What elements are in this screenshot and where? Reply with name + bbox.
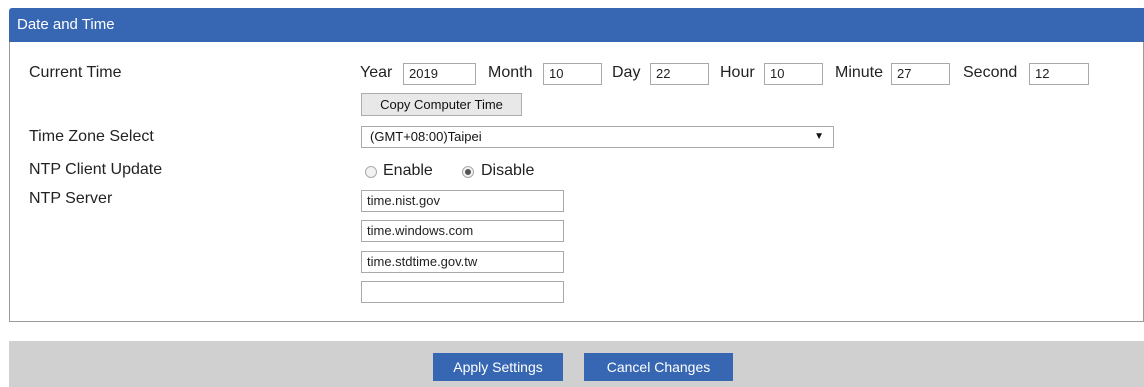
copy-computer-time-button[interactable]: Copy Computer Time <box>361 93 522 116</box>
ntp-server-input-3[interactable]: time.stdtime.gov.tw <box>361 251 564 273</box>
minute-input[interactable]: 27 <box>891 63 950 85</box>
day-input[interactable]: 22 <box>650 63 709 85</box>
hour-label: Hour <box>720 64 755 81</box>
ntp-server-input-4[interactable] <box>361 281 564 303</box>
section-header: Date and Time <box>9 8 1144 42</box>
section-title: Date and Time <box>17 16 115 33</box>
disable-radio[interactable] <box>462 166 474 178</box>
enable-radio[interactable] <box>365 166 377 178</box>
timezone-select[interactable]: (GMT+08:00)Taipei ▼ <box>361 126 834 148</box>
apply-settings-button[interactable]: Apply Settings <box>433 353 563 381</box>
hour-input[interactable]: 10 <box>764 63 823 85</box>
footer-bar <box>9 341 1144 387</box>
disable-radio-label[interactable]: Disable <box>481 162 534 180</box>
enable-radio-label[interactable]: Enable <box>383 162 433 180</box>
timezone-selected-value: (GMT+08:00)Taipei <box>370 129 482 144</box>
cancel-changes-button[interactable]: Cancel Changes <box>584 353 733 381</box>
ntp-server-input-2[interactable]: time.windows.com <box>361 220 564 242</box>
ntp-server-input-1[interactable]: time.nist.gov <box>361 190 564 212</box>
dropdown-arrow-icon: ▼ <box>814 131 824 142</box>
year-input[interactable]: 2019 <box>403 63 476 85</box>
second-label: Second <box>963 64 1018 81</box>
minute-label: Minute <box>835 64 884 81</box>
month-label: Month <box>488 64 533 81</box>
current-time-label: Current Time <box>29 64 122 81</box>
year-label: Year <box>360 64 393 81</box>
day-label: Day <box>612 64 641 81</box>
month-input[interactable]: 10 <box>543 63 602 85</box>
timezone-label: Time Zone Select <box>29 128 154 145</box>
second-input[interactable]: 12 <box>1029 63 1089 85</box>
ntp-client-label: NTP Client Update <box>29 161 163 178</box>
ntp-server-label: NTP Server <box>29 190 113 207</box>
